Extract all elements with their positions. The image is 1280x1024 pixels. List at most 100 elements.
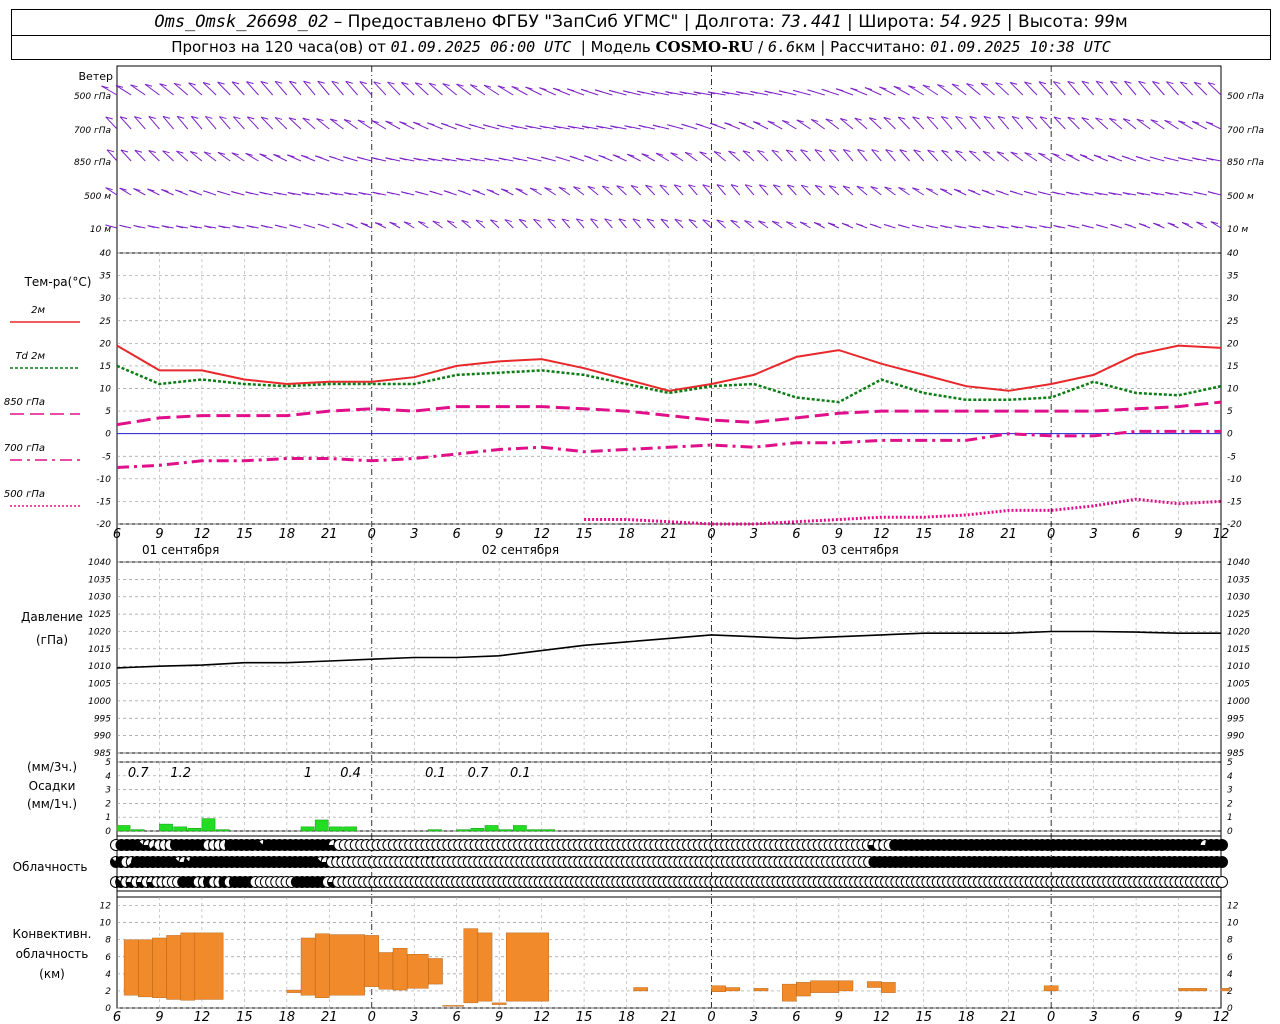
cloud-cover-symbol bbox=[1216, 876, 1228, 888]
convective-tick-label-left: 4 bbox=[105, 970, 111, 980]
wind-barb-flag bbox=[469, 123, 477, 127]
convective-cloud-bar bbox=[286, 989, 302, 993]
wind-barb bbox=[1052, 153, 1066, 162]
precip-bar bbox=[201, 818, 216, 832]
precip-3h-label: 0.7 bbox=[468, 766, 489, 781]
temp-tick-label-right: 20 bbox=[1227, 339, 1239, 349]
time-axis-bottom-tick-label: 9 bbox=[1174, 1010, 1182, 1024]
precip-3h-label: 1 bbox=[304, 766, 312, 781]
temp-tick-label-right: -15 bbox=[1227, 497, 1242, 507]
time-axis-bottom-tick-label: 12 bbox=[533, 1010, 550, 1024]
pressure-tick-label-right: 1025 bbox=[1227, 610, 1250, 620]
wind-barb-flag bbox=[569, 155, 577, 159]
wind-barb-flag bbox=[231, 191, 239, 195]
time-axis-bottom-tick-label: 9 bbox=[155, 1010, 163, 1024]
pressure-tick-label-left: 1010 bbox=[88, 662, 111, 672]
convective-cloud-bar bbox=[392, 948, 408, 991]
convective-cloud-bar bbox=[378, 952, 394, 990]
pressure-tick-label-right: 990 bbox=[1227, 732, 1244, 742]
pressure-tick-label-right: 1015 bbox=[1227, 645, 1250, 655]
time-axis-top-tick-label: 6 bbox=[113, 527, 121, 542]
wind-barb-flag bbox=[609, 89, 617, 93]
wind-panel-title: Ветер bbox=[79, 70, 113, 83]
temp-tick-label-left: -10 bbox=[96, 475, 111, 485]
precip-unit-3h: (мм/3ч.) bbox=[27, 760, 77, 774]
convective-axis-title-2: облачность bbox=[16, 947, 89, 961]
convective-cloud-bar bbox=[194, 932, 224, 1000]
pressure-tick-label-right: 995 bbox=[1227, 714, 1244, 724]
time-axis-top-tick-label: 0 bbox=[1047, 527, 1055, 542]
temp-tick-label-right: -5 bbox=[1227, 452, 1236, 462]
convective-cloud-bar bbox=[166, 935, 181, 1000]
precip-bar bbox=[527, 829, 541, 832]
time-axis-top-tick-label: 12 bbox=[873, 527, 890, 542]
temp-tick-label-right: 5 bbox=[1227, 407, 1233, 417]
wind-barb-flag bbox=[343, 156, 351, 160]
time-axis-bottom-tick-label: 6 bbox=[113, 1010, 121, 1024]
precip-tick-label-left: 2 bbox=[105, 799, 111, 809]
precip-bar bbox=[116, 825, 131, 832]
wind-barb-flag bbox=[429, 190, 437, 194]
wind-barb-flag bbox=[217, 190, 225, 194]
precip-3h-label: 0.1 bbox=[425, 766, 446, 781]
convective-cloud-bar bbox=[463, 928, 479, 1004]
temp-tick-label-right: 30 bbox=[1227, 294, 1239, 304]
wind-barb bbox=[951, 83, 967, 96]
wind-barb bbox=[115, 84, 132, 96]
time-axis-top-tick-label: 18 bbox=[279, 527, 296, 542]
wind-level-label-right: 10 м bbox=[1227, 225, 1248, 235]
precip-bar bbox=[513, 825, 527, 832]
time-axis-top-tick-label: 6 bbox=[1132, 527, 1140, 542]
precip-tick-label-left: 0 bbox=[105, 827, 111, 837]
time-axis-top-tick-label: 9 bbox=[835, 527, 843, 542]
precip-bar bbox=[159, 823, 173, 832]
temp-tick-label-right: 40 bbox=[1227, 249, 1239, 259]
time-axis-top-tick-label: 9 bbox=[1174, 527, 1182, 542]
precip-bar bbox=[428, 829, 442, 832]
time-axis-bottom-tick-label: 0 bbox=[368, 1010, 376, 1024]
precip-tick-label-right: 2 bbox=[1227, 799, 1233, 809]
wind-level-label-right: 500 гПа bbox=[1227, 92, 1264, 102]
time-axis-bottom-tick-label: 6 bbox=[453, 1010, 461, 1024]
pressure-tick-label-left: 1035 bbox=[88, 575, 111, 585]
time-axis-bottom-tick-label: 21 bbox=[321, 1010, 338, 1024]
wind-barb-flag bbox=[483, 124, 491, 128]
wind-barb bbox=[529, 187, 542, 196]
precip-bar bbox=[215, 829, 230, 832]
time-axis-bottom-tick-label: 12 bbox=[1213, 1010, 1230, 1024]
convective-cloud-bar bbox=[633, 987, 648, 992]
precip-bar bbox=[173, 826, 188, 832]
wind-barb bbox=[130, 84, 146, 96]
time-axis-top-tick-label: 3 bbox=[410, 527, 418, 542]
precip-3h-label: 0.7 bbox=[128, 766, 149, 781]
wind-barb-flag bbox=[443, 190, 452, 194]
wind-barb-flag bbox=[1009, 190, 1018, 194]
time-axis-top-tick-label: 12 bbox=[1213, 527, 1230, 542]
time-axis-top-tick-label: 0 bbox=[368, 527, 376, 542]
legend-2m-label: 2м bbox=[31, 305, 45, 316]
convective-cloud-bar bbox=[796, 982, 811, 997]
wind-barb bbox=[912, 187, 925, 196]
precip-bar bbox=[187, 827, 202, 832]
time-axis-bottom-tick-label: 0 bbox=[707, 1010, 715, 1024]
wind-barb bbox=[1164, 119, 1179, 130]
time-axis-top-tick-label: 0 bbox=[707, 527, 715, 542]
temp-tick-label-right: 25 bbox=[1227, 317, 1239, 327]
temp-series-line bbox=[116, 429, 1221, 469]
wind-level-label-left: 500 гПа bbox=[74, 92, 111, 102]
convective-cloud-bar bbox=[300, 937, 316, 996]
temp-tick-label-left: 35 bbox=[100, 272, 112, 282]
wind-barb bbox=[1178, 120, 1193, 130]
temp-tick-label-left: -5 bbox=[102, 452, 111, 462]
time-axis-bottom-tick-label: 3 bbox=[1089, 1010, 1097, 1024]
convective-cloud-bar bbox=[1178, 988, 1208, 992]
wind-barb bbox=[357, 119, 373, 130]
precip-tick-label-right: 3 bbox=[1227, 786, 1233, 796]
time-axis-bottom-tick-label: 18 bbox=[958, 1010, 975, 1024]
time-axis-top-tick-label: 15 bbox=[915, 527, 932, 542]
precip-3h-label: 0.4 bbox=[340, 766, 361, 781]
time-axis-top-tick-label: 18 bbox=[618, 527, 635, 542]
precip-axis-title: Осадки bbox=[29, 779, 76, 793]
pressure-tick-label-right: 1040 bbox=[1227, 558, 1250, 568]
precip-bar bbox=[484, 825, 499, 832]
